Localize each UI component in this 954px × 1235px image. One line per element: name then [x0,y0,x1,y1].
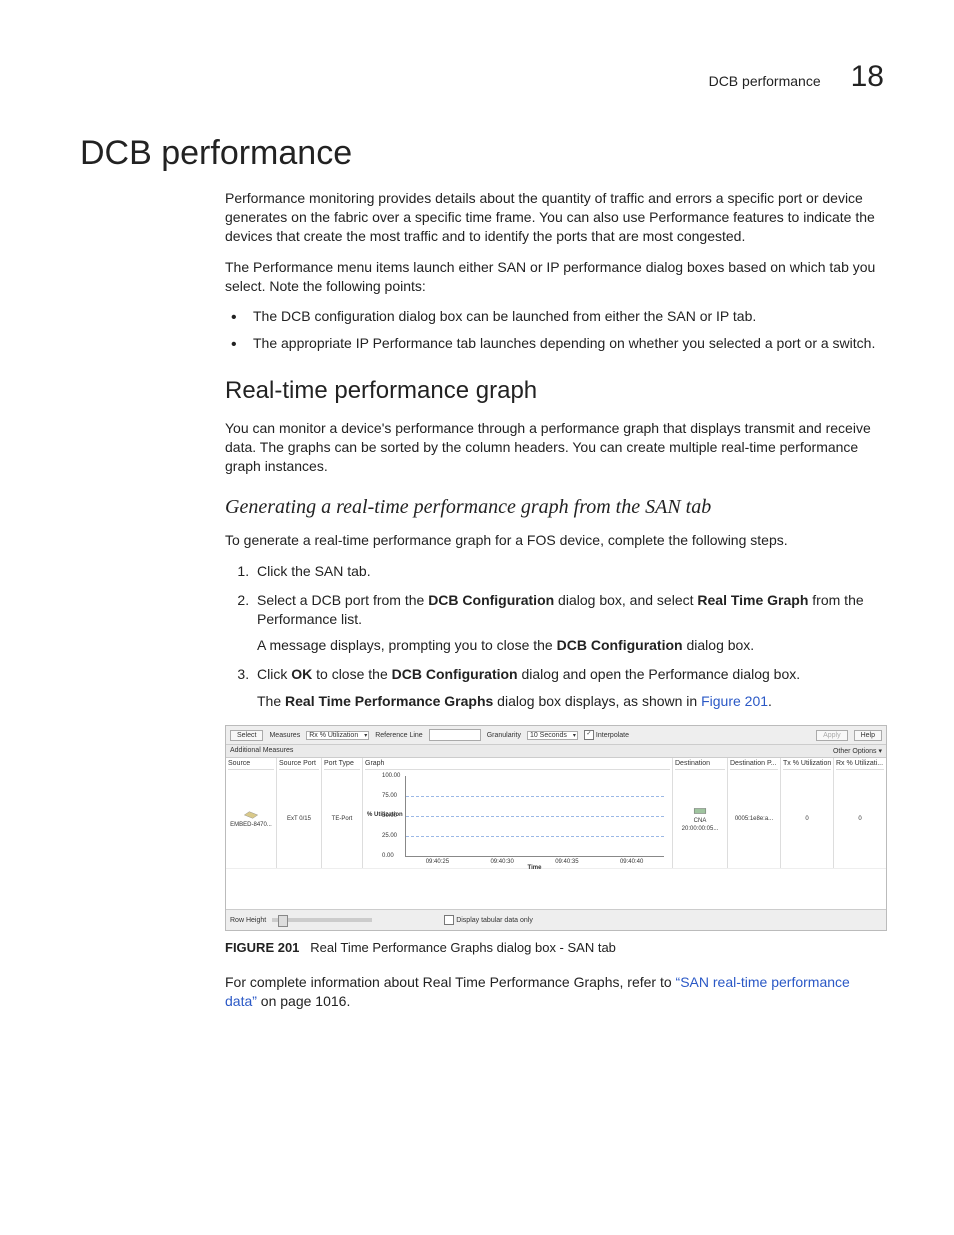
source-port-column: Source Port ExT 0/15 [277,758,322,868]
port-type-column: Port Type TE-Port [322,758,363,868]
additional-measures-label: Additional Measures [230,747,293,755]
figure-caption: FIGURE 201 Real Time Performance Graphs … [225,939,884,957]
reference-line-label: Reference Line [375,732,422,739]
closing-paragraph: For complete information about Real Time… [225,973,884,1011]
header-chapter-number: 18 [851,60,884,94]
performance-graph-dialog: Select Measures Rx % Utilization Referen… [225,725,887,931]
row-height-label: Row Height [230,917,266,924]
dialog-bottom-bar: Row Height Display tabular data only [226,909,886,930]
measures-label: Measures [269,732,300,739]
rx-utilization-column: Rx % Utilizati... 0 [834,758,886,868]
step-2-note: A message displays, prompting you to clo… [257,636,884,655]
select-button[interactable]: Select [230,730,263,741]
graph-column: Graph % Utilization 100.00 75.00 50.00 2… [363,758,673,868]
step-1: Click the SAN tab. [253,562,884,581]
step-2: Select a DCB port from the DCB Configura… [253,591,884,656]
intro-paragraph-1: Performance monitoring provides details … [225,189,884,246]
granularity-select[interactable]: 10 Seconds [527,731,578,740]
figure-reference-link[interactable]: Figure 201 [701,693,768,709]
section-paragraph: You can monitor a device's performance t… [225,419,884,476]
steps-list: Click the SAN tab. Select a DCB port fro… [225,562,884,711]
display-tabular-checkbox[interactable]: Display tabular data only [444,915,533,925]
intro-bullets: The DCB configuration dialog box can be … [225,307,884,353]
interpolate-checkbox[interactable]: ✓ Interpolate [584,730,629,740]
dialog-blank-area [226,868,886,909]
destination-column: Destination CNA 20:00:00:05... [673,758,728,868]
granularity-label: Granularity [487,732,521,739]
page-header: DCB performance 18 [80,60,884,94]
apply-button[interactable]: Apply [816,730,848,741]
other-options-dropdown[interactable]: Other Options ▾ [833,747,882,755]
plot-area: 100.00 75.00 50.00 25.00 0.00 [405,776,664,857]
subsection-paragraph: To generate a real-time performance grap… [225,531,884,550]
intro-paragraph-2: The Performance menu items launch either… [225,258,884,296]
device-icon [691,806,709,816]
dialog-toolbar: Select Measures Rx % Utilization Referen… [226,726,886,745]
subsection-heading: Generating a real-time performance graph… [225,496,884,519]
step-3-note: The Real Time Performance Graphs dialog … [257,692,884,711]
section-heading: Real-time performance graph [225,377,884,405]
x-axis-label: Time [405,865,664,871]
row-height-slider[interactable] [272,918,372,922]
header-section-title: DCB performance [709,73,821,89]
switch-icon [242,810,260,820]
source-column: Source EMBED-8470... [226,758,277,868]
dialog-subtoolbar: Additional Measures Other Options ▾ [226,745,886,758]
tx-utilization-column: Tx % Utilization 0 [781,758,834,868]
step-3: Click OK to close the DCB Configuration … [253,665,884,711]
help-button[interactable]: Help [854,730,882,741]
reference-line-input[interactable] [429,729,481,741]
list-item: The DCB configuration dialog box can be … [225,307,884,326]
measures-select[interactable]: Rx % Utilization [306,731,369,740]
page-title: DCB performance [80,134,884,173]
dialog-content: Source EMBED-8470... Source Port ExT 0/1… [226,758,886,868]
list-item: The appropriate IP Performance tab launc… [225,334,884,353]
destination-port-column: Destination P... 0005:1e8e:a... [728,758,781,868]
